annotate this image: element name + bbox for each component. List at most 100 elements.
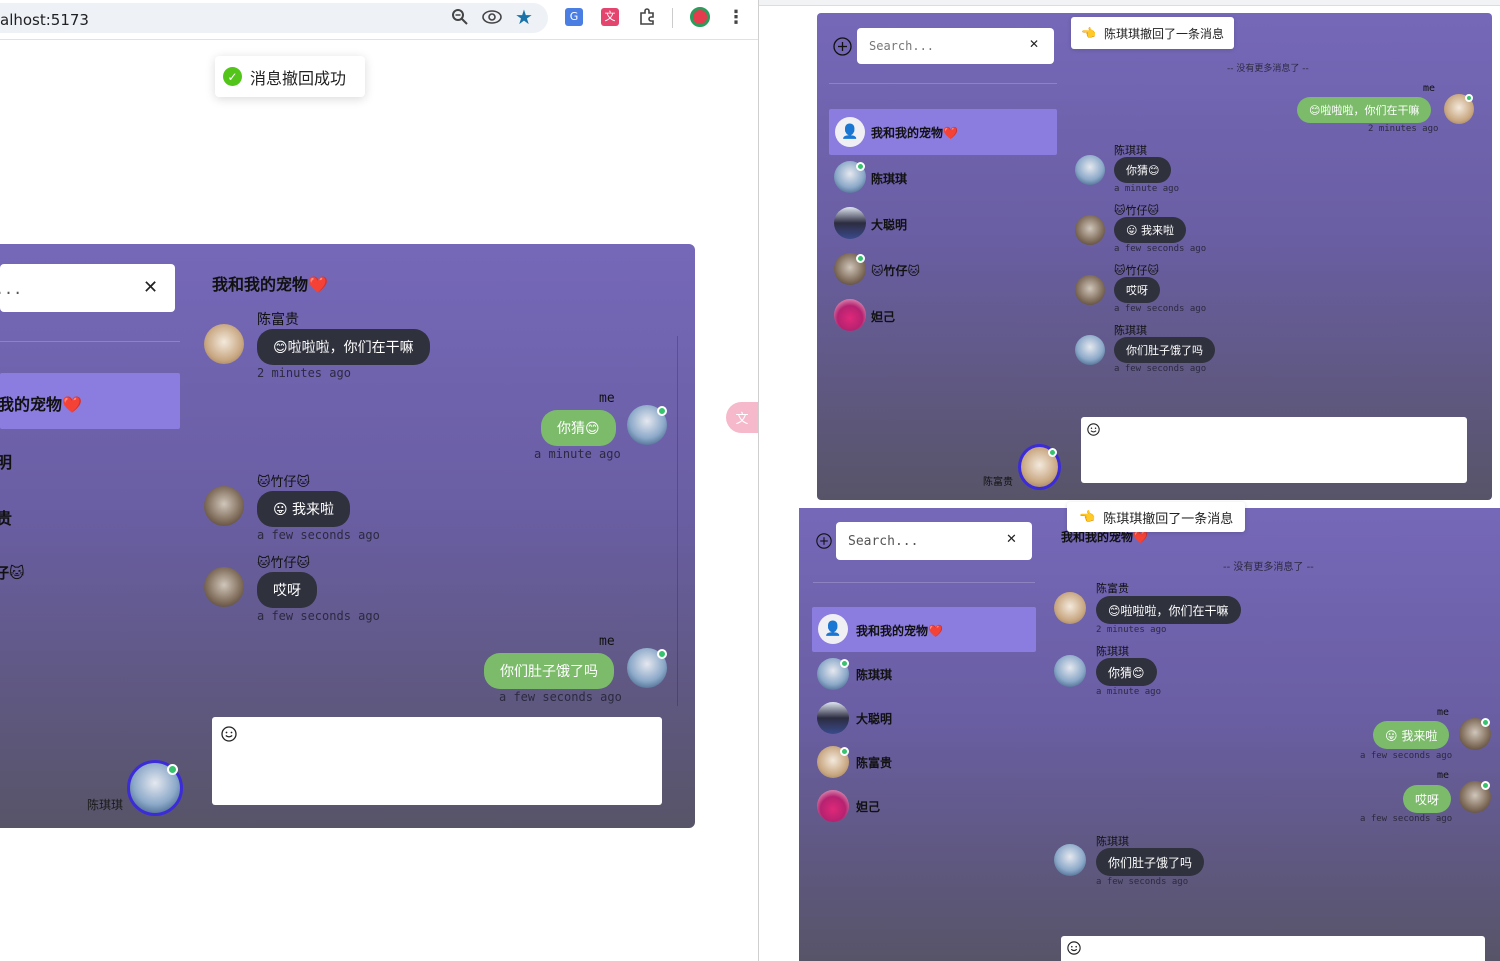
message-bubble[interactable]: 你猜😊 <box>1114 157 1172 183</box>
translate-extension-icon[interactable]: G <box>563 6 585 28</box>
message-time: a few seconds ago <box>257 609 380 623</box>
message-bubble[interactable]: 哎呀 <box>1114 277 1160 303</box>
message-time: a few seconds ago <box>257 528 380 542</box>
message-bubble[interactable]: 你们肚子饿了吗 <box>1096 848 1205 876</box>
emoji-smile-icon[interactable] <box>1067 941 1081 955</box>
contact-name[interactable]: 妲己 <box>871 308 895 325</box>
emoji-smile-icon[interactable] <box>1087 423 1100 436</box>
pointing-hand-icon: 👈 <box>1081 26 1096 40</box>
extensions-puzzle-icon[interactable] <box>636 6 658 28</box>
toolbar-divider <box>672 8 673 28</box>
avatar[interactable] <box>204 567 244 607</box>
add-circle-icon[interactable] <box>816 533 832 549</box>
avatar <box>834 299 866 331</box>
search-input[interactable]: Search... ✕ <box>857 28 1054 64</box>
message-time: a few seconds ago <box>1360 814 1453 824</box>
online-indicator <box>167 764 178 775</box>
message-bubble[interactable]: 😛 我来啦 <box>1114 217 1186 243</box>
message-bubble[interactable]: 😛 我来啦 <box>257 491 351 527</box>
message-text: 😛 我来啦 <box>273 502 335 518</box>
pointing-hand-icon: 👈 <box>1079 509 1096 525</box>
clear-search-icon[interactable]: ✕ <box>143 277 158 298</box>
translate-float-icon[interactable]: 文 <box>726 402 758 433</box>
dict-extension-icon[interactable]: 文 <box>599 6 621 28</box>
contact-name[interactable]: 大聪明 <box>856 710 892 727</box>
message-text: 你猜😊 <box>1108 665 1145 680</box>
recall-notice-text: 陈琪琪撤回了一条消息 <box>1103 26 1224 41</box>
online-indicator <box>840 747 849 756</box>
message-time: a few seconds ago <box>1114 304 1207 314</box>
avatar[interactable] <box>204 486 244 526</box>
contact-name[interactable]: 妲己 <box>856 798 880 815</box>
avatar[interactable] <box>204 324 244 364</box>
search-placeholder: h... <box>0 280 23 298</box>
message-time: 2 minutes ago <box>257 366 351 380</box>
message-sender: 陈琪琪 <box>1114 144 1147 157</box>
eye-icon[interactable] <box>481 6 503 28</box>
contact-name[interactable]: 陈琪琪 <box>856 666 892 683</box>
message-bubble[interactable]: 你猜😊 <box>541 410 616 446</box>
sidebar-divider <box>813 582 1035 583</box>
add-circle-icon[interactable] <box>833 37 852 56</box>
search-input[interactable]: Search... ✕ <box>836 522 1032 560</box>
message-text: 你们肚子饿了吗 <box>1108 855 1193 870</box>
message-bubble[interactable]: 哎呀 <box>257 572 317 608</box>
message-input[interactable] <box>1061 936 1485 961</box>
message-bubble[interactable]: 😊啦啦啦，你们在干嘛 <box>257 329 430 365</box>
check-circle-icon: ✓ <box>223 67 242 86</box>
online-indicator <box>1048 448 1057 457</box>
zoom-icon[interactable] <box>449 6 471 28</box>
message-input[interactable] <box>1081 417 1467 483</box>
recall-notice-text: 陈琪琪撤回了一条消息 <box>1103 511 1234 527</box>
chat-panel: h... ✕ 我的宠物❤️ 明 贵 仔🐱 我和我的宠物❤️ 陈富贵 😊啦啦啦，你… <box>0 244 695 828</box>
message-sender: 陈富贵 <box>257 312 299 328</box>
contact-name[interactable]: 陈富贵 <box>856 754 892 771</box>
sidebar-item-label[interactable]: 仔🐱 <box>0 562 25 583</box>
kebab-menu-icon[interactable]: ⋮ <box>725 6 747 28</box>
message-sender: me <box>599 391 615 406</box>
emoji-smile-icon[interactable] <box>221 726 237 742</box>
message-sender: me <box>1423 83 1436 94</box>
message-sender: 🐱竹仔🐱 <box>257 556 311 571</box>
message-text: 😛 我来啦 <box>1385 728 1438 743</box>
message-bubble[interactable]: 你们肚子饿了吗 <box>484 653 614 689</box>
sidebar-item-group[interactable]: 我的宠物❤️ <box>0 373 180 429</box>
message-bubble[interactable]: 哎呀 <box>1403 785 1452 813</box>
window-frame-top <box>759 0 1500 6</box>
sidebar-divider <box>829 83 1057 84</box>
message-sender: 🐱竹仔🐱 <box>1114 204 1159 217</box>
contact-name[interactable]: 🐱竹仔🐱 <box>871 262 920 279</box>
message-input[interactable] <box>212 717 662 805</box>
clear-search-icon[interactable]: ✕ <box>1006 532 1017 547</box>
online-indicator <box>1465 94 1473 102</box>
message-bubble[interactable]: 😛 我来啦 <box>1373 721 1450 749</box>
message-text: 哎呀 <box>1415 792 1440 807</box>
recall-notice: 👈 陈琪琪撤回了一条消息 <box>1067 502 1246 532</box>
sidebar-item-label[interactable]: 贵 <box>0 505 12 529</box>
message-bubble[interactable]: 你们肚子饿了吗 <box>1114 337 1215 363</box>
message-text: 😊啦啦啦，你们在干嘛 <box>1309 104 1420 117</box>
clear-search-icon[interactable]: ✕ <box>1029 37 1039 51</box>
message-bubble[interactable]: 😊啦啦啦，你们在干嘛 <box>1096 596 1241 624</box>
message-bubble[interactable]: 😊啦啦啦，你们在干嘛 <box>1297 97 1432 123</box>
message-text: 你们肚子饿了吗 <box>1126 344 1203 357</box>
search-input[interactable]: h... ✕ <box>0 264 175 312</box>
message-sender: me <box>599 634 615 649</box>
sidebar-item-label[interactable]: 明 <box>0 449 12 473</box>
profile-avatar-icon[interactable] <box>689 6 711 28</box>
message-time: a few seconds ago <box>1360 751 1453 761</box>
avatar <box>1075 155 1105 185</box>
bookmark-star-icon[interactable]: ★ <box>513 5 535 29</box>
scrollbar-track[interactable] <box>677 336 678 706</box>
message-sender: me <box>1437 770 1450 781</box>
avatar <box>1054 592 1086 624</box>
right-top-window: Search... ✕ 👈 陈琪琪撤回了一条消息 -- 没有更多消息了 -- 👤 … <box>758 0 1500 508</box>
contact-name[interactable]: 大聪明 <box>871 216 907 233</box>
message-bubble[interactable]: 你猜😊 <box>1096 658 1157 686</box>
message-time: a minute ago <box>1096 687 1162 697</box>
toast-text: 消息撤回成功 <box>250 68 347 88</box>
contact-name[interactable]: 陈琪琪 <box>871 170 907 187</box>
sidebar-divider <box>0 341 180 342</box>
message-sender: 🐱竹仔🐱 <box>257 475 311 490</box>
message-text: 哎呀 <box>1126 284 1148 297</box>
